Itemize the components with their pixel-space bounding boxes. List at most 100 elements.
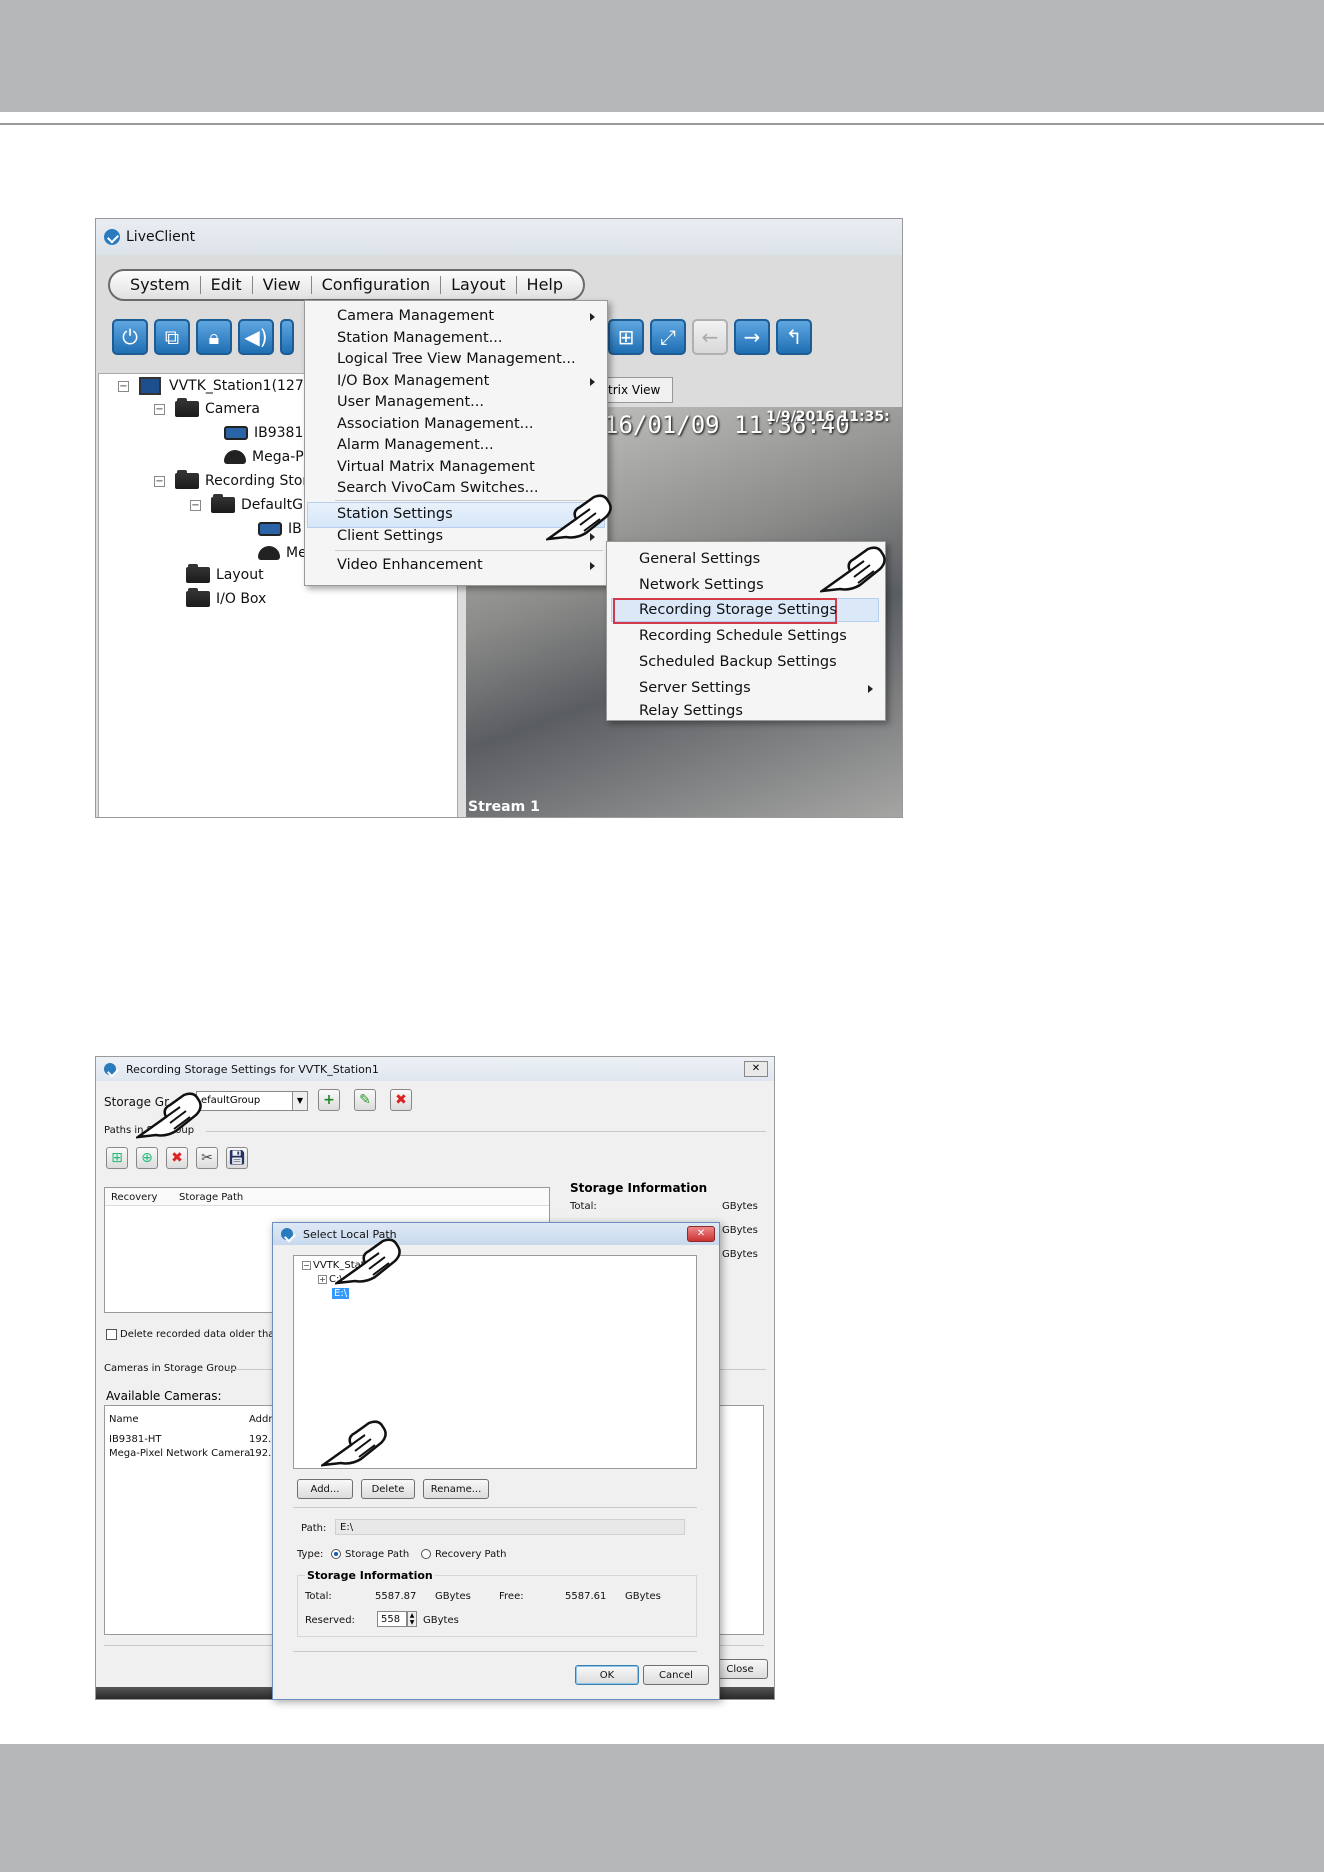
menu-user-management[interactable]: User Management... [337,394,484,410]
recovery-path-radio[interactable] [421,1549,431,1559]
menu-alarm[interactable]: Alarm Management... [337,437,494,453]
network-icon[interactable]: ⧉ [154,319,190,355]
collapse-icon[interactable]: − [302,1261,311,1270]
pointing-hand-icon [136,1092,202,1139]
vivotek-logo-icon [104,229,120,245]
dialog-total-label: Total: [305,1591,332,1602]
tree-gcam2[interactable]: Me [258,545,307,561]
matrix-icon[interactable]: ⊞ [608,319,644,355]
col-addr[interactable]: Addr [249,1414,272,1425]
tree-camera-label: Camera [205,401,260,417]
submenu-server[interactable]: Server Settings [639,680,751,696]
col-storage-path[interactable]: Storage Path [179,1192,243,1203]
fullscreen-icon[interactable]: ⤢ [650,319,686,355]
tree-camera[interactable]: − Camera [154,398,260,417]
add-path-icon[interactable]: ⊞ [106,1147,128,1169]
group-rule [206,1131,766,1132]
submenu-network[interactable]: Network Settings [639,577,764,593]
dome-camera-icon [258,546,280,560]
rename-button[interactable]: Rename... [423,1479,489,1499]
chevron-down-icon[interactable]: ▼ [292,1091,308,1111]
save-icon[interactable]: 💾︎ [226,1147,248,1169]
storage-gbytes-3: GBytes [722,1249,758,1260]
view-tab[interactable]: trix View [601,377,673,403]
menu-logical-tree[interactable]: Logical Tree View Management... [337,351,576,367]
ok-button[interactable]: OK [575,1665,639,1685]
camera-row-name[interactable]: IB9381-HT [109,1434,162,1445]
back-arrow-icon[interactable]: ← [692,319,728,355]
menu-io-box[interactable]: I/O Box Management [337,373,489,389]
delete-path-icon[interactable]: ✖ [166,1147,188,1169]
menu-edit[interactable]: Edit [201,276,253,294]
submenu-general[interactable]: General Settings [639,551,760,567]
tree-cam2[interactable]: Mega-Pix [224,449,316,465]
menu-station-settings[interactable]: Station Settings [337,506,453,522]
camera-row-addr: 192. [249,1434,272,1445]
tree-gcam1[interactable]: IB [258,521,302,537]
liveclient-titlebar: LiveClient [96,219,902,255]
submenu-scheduled-backup[interactable]: Scheduled Backup Settings [639,654,837,670]
tree-iobox[interactable]: I/O Box [186,588,266,607]
storage-total-label: Total: [570,1201,597,1212]
delete-button[interactable]: Delete [361,1479,415,1499]
menu-system[interactable]: System [120,276,201,294]
add-button[interactable]: Add... [297,1479,353,1499]
menu-layout[interactable]: Layout [441,276,517,294]
add-group-button[interactable]: + [318,1089,340,1111]
collapse-icon[interactable]: − [118,380,129,392]
expand-icon[interactable]: + [318,1275,327,1284]
tree-layout[interactable]: Layout [186,564,264,583]
path-field[interactable]: E:\ [335,1519,685,1535]
tree-recording-label: Recording Stora [205,473,317,489]
power-icon[interactable]: ⏻ [112,319,148,355]
menu-association[interactable]: Association Management... [337,416,534,432]
dialog-free-gbytes: GBytes [625,1591,661,1602]
forward-arrow-icon[interactable]: → [734,319,770,355]
menu-search-switches[interactable]: Search VivoCam Switches... [337,480,539,496]
delete-group-button[interactable]: ✖ [390,1089,412,1111]
add-recovery-icon[interactable]: ⊕ [136,1147,158,1169]
collapse-icon[interactable]: − [154,403,165,415]
camera-row-name[interactable]: Mega-Pixel Network Camera [109,1448,250,1459]
tree-station[interactable]: − VVTK_Station1(127.0 [118,377,317,395]
pointing-hand-icon [546,494,612,541]
dialog-close-button[interactable]: ✕ [687,1226,715,1242]
window-close-button[interactable]: ✕ [744,1061,768,1077]
submenu-recording-storage[interactable]: Recording Storage Settings [639,602,837,618]
tree-group[interactable]: − DefaultG [190,494,303,513]
menu-configuration[interactable]: Configuration [312,276,442,294]
submenu-recording-schedule[interactable]: Recording Schedule Settings [639,628,847,644]
menu-client-settings[interactable]: Client Settings [337,528,443,544]
menu-station-management[interactable]: Station Management... [337,330,503,346]
return-icon[interactable]: ↰ [776,319,812,355]
folder-icon [186,564,210,583]
col-recovery[interactable]: Recovery [111,1192,157,1203]
storage-path-radio[interactable] [331,1549,341,1559]
storage-group-value: efaultGroup [201,1095,261,1106]
edit-group-button[interactable]: ✎ [354,1089,376,1111]
col-name[interactable]: Name [109,1414,139,1425]
menu-view[interactable]: View [253,276,312,294]
submenu-relay[interactable]: Relay Settings [639,703,743,719]
storage-group-select[interactable]: efaultGroup [196,1091,306,1111]
lock-icon[interactable]: 🔒︎ [196,319,232,355]
toolbar-partial-icon[interactable] [280,319,294,355]
tools-icon[interactable]: ✂ [196,1147,218,1169]
delete-checkbox[interactable] [106,1329,117,1340]
menu-video-enhancement[interactable]: Video Enhancement [337,557,483,573]
speaker-icon[interactable]: ◀) [238,319,274,355]
dialog-free-label: Free: [499,1591,524,1602]
tree-recording[interactable]: − Recording Stora [154,470,317,489]
collapse-icon[interactable]: − [154,475,165,487]
tree-drive-e[interactable]: E:\ [332,1288,350,1299]
close-button[interactable]: Close [712,1659,768,1679]
configuration-menu: Camera Management Station Management... … [304,300,608,586]
menu-virtual-matrix[interactable]: Virtual Matrix Management [337,459,535,475]
cancel-button[interactable]: Cancel [643,1665,709,1685]
paths-header [105,1188,549,1206]
collapse-icon[interactable]: − [190,499,201,511]
reserved-stepper-icon[interactable]: ▲ ▼ [407,1611,417,1627]
menu-help[interactable]: Help [517,276,573,294]
menu-camera-management[interactable]: Camera Management [337,308,494,324]
reserved-input[interactable]: 558 [377,1611,407,1627]
